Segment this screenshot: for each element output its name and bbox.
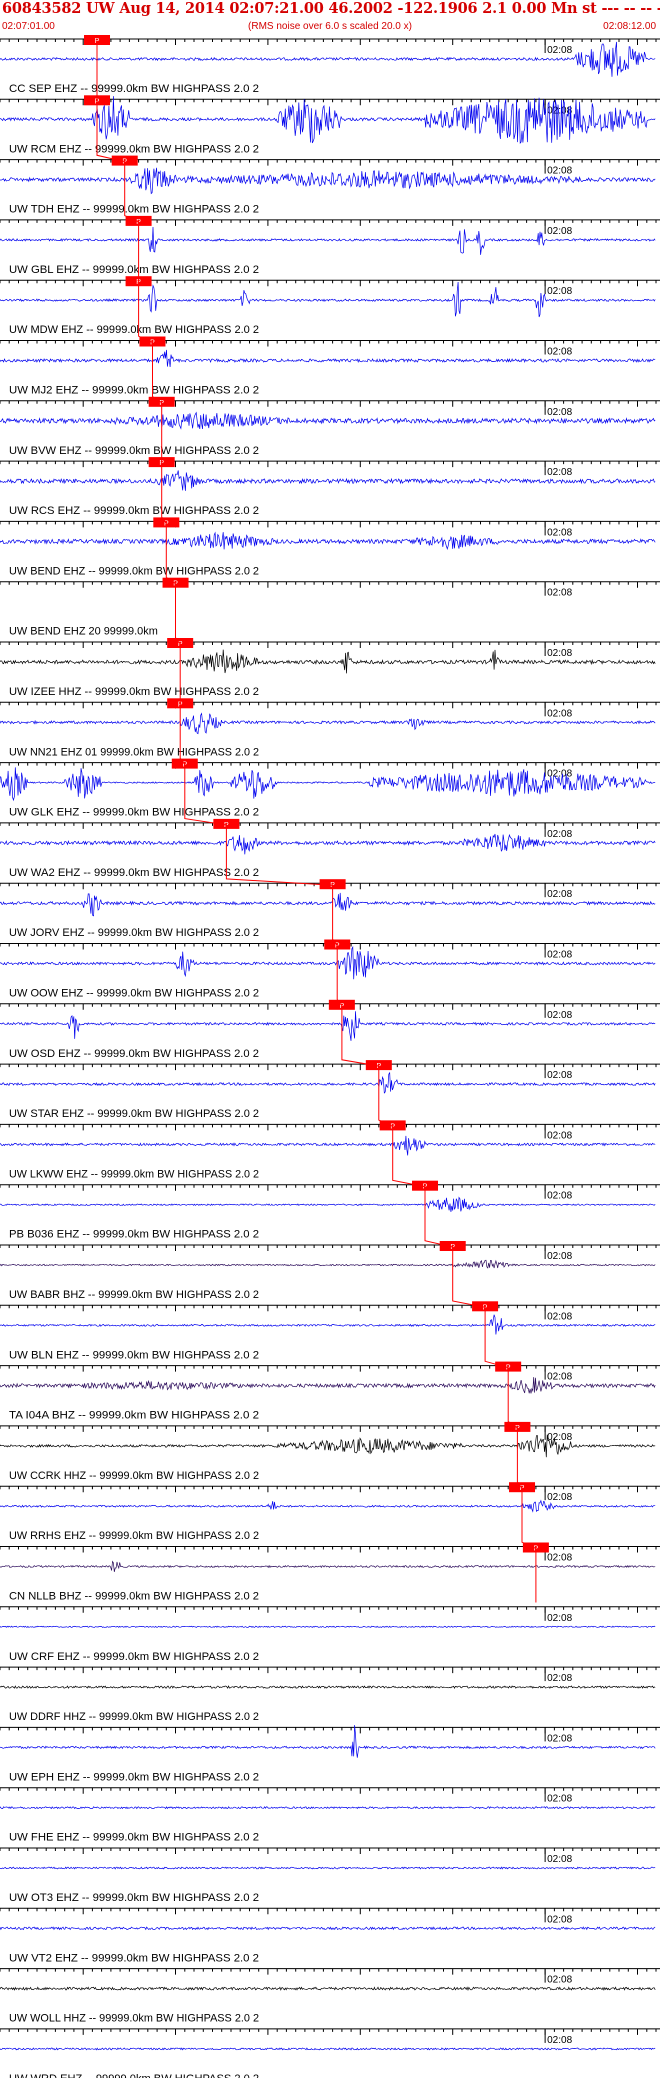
station-label: CN NLLB BHZ -- 99999.0km BW HIGHPASS 2.0… bbox=[9, 1591, 259, 1603]
station-label: UW OSD EHZ -- 99999.0km BW HIGHPASS 2.0 … bbox=[9, 1048, 259, 1060]
station-label: UW GLK EHZ -- 99999.0km BW HIGHPASS 2.0 … bbox=[9, 807, 259, 819]
minute-label: 02:08 bbox=[547, 467, 572, 478]
station-label: UW EPH EHZ -- 99999.0km BW HIGHPASS 2.0 … bbox=[9, 1771, 259, 1783]
minute-label: 02:08 bbox=[547, 347, 572, 358]
station-label: UW CCRK HHZ -- 99999.0km BW HIGHPASS 2.0… bbox=[9, 1470, 259, 1482]
station-label: UW BABR BHZ -- 99999.0km BW HIGHPASS 2.0… bbox=[9, 1289, 259, 1301]
minute-label: 02:08 bbox=[547, 1914, 572, 1925]
station-label: UW NN21 EHZ 01 99999.0km BW HIGHPASS 2.0… bbox=[9, 746, 259, 758]
station-label: UW FHE EHZ -- 99999.0km BW HIGHPASS 2.0 … bbox=[9, 1832, 259, 1844]
seismogram-plot: 02:08 CC SEP EHZ -- 99999.0km BW HIGHPASS… bbox=[0, 35, 660, 2078]
station-label: CC SEP EHZ -- 99999.0km BW HIGHPASS 2.0 … bbox=[9, 83, 259, 95]
minute-label: 02:08 bbox=[547, 1553, 572, 1564]
minute-label: 02:08 bbox=[547, 1432, 572, 1443]
station-label: PB B036 EHZ -- 99999.0km BW HIGHPASS 2.0… bbox=[9, 1229, 259, 1241]
station-label: UW CRF EHZ -- 99999.0km BW HIGHPASS 2.0 … bbox=[9, 1651, 259, 1663]
minute-label: 02:08 bbox=[547, 226, 572, 237]
station-label: UW BEND EHZ 20 99999.0km bbox=[9, 626, 158, 638]
minute-label: 02:08 bbox=[547, 286, 572, 297]
minute-label: 02:08 bbox=[547, 527, 572, 538]
minute-label: 02:08 bbox=[547, 1733, 572, 1744]
minute-label: 02:08 bbox=[547, 1010, 572, 1021]
minute-label: 02:08 bbox=[547, 166, 572, 177]
minute-label: 02:08 bbox=[547, 1372, 572, 1383]
station-label: UW BLN EHZ -- 99999.0km BW HIGHPASS 2.0 … bbox=[9, 1349, 259, 1361]
station-label: UW WOLL HHZ -- 99999.0km BW HIGHPASS 2.0… bbox=[9, 2013, 259, 2025]
station-label: UW BVW EHZ -- 99999.0km BW HIGHPASS 2.0 … bbox=[9, 445, 259, 457]
minute-label: 02:08 bbox=[547, 1673, 572, 1684]
station-label: UW RCM EHZ -- 99999.0km BW HIGHPASS 2.0 … bbox=[9, 143, 259, 155]
station-label: UW STAR EHZ -- 99999.0km BW HIGHPASS 2.0… bbox=[9, 1108, 259, 1120]
minute-label: 02:08 bbox=[547, 407, 572, 418]
station-label: UW JORV EHZ -- 99999.0km BW HIGHPASS 2.0… bbox=[9, 927, 259, 939]
station-label: UW MJ2 EHZ -- 99999.0km BW HIGHPASS 2.0 … bbox=[9, 385, 259, 397]
minute-label: 02:08 bbox=[547, 708, 572, 719]
station-label: TA I04A BHZ -- 99999.0km BW HIGHPASS 2.0… bbox=[9, 1410, 259, 1422]
minute-label: 02:08 bbox=[547, 1854, 572, 1865]
minute-label: 02:08 bbox=[547, 1311, 572, 1322]
station-label: UW LKWW EHZ -- 99999.0km BW HIGHPASS 2.0… bbox=[9, 1168, 259, 1180]
minute-label: 02:08 bbox=[547, 829, 572, 840]
station-label: UW OT3 EHZ -- 99999.0km BW HIGHPASS 2.0 … bbox=[9, 1892, 259, 1904]
station-label: UW BEND EHZ -- 99999.0km BW HIGHPASS 2.0… bbox=[9, 565, 259, 577]
minute-label: 02:08 bbox=[547, 2035, 572, 2046]
minute-label: 02:08 bbox=[547, 889, 572, 900]
minute-label: 02:08 bbox=[547, 1794, 572, 1805]
station-label: UW DDRF HHZ -- 99999.0km BW HIGHPASS 2.0… bbox=[9, 1711, 259, 1723]
minute-label: 02:08 bbox=[547, 1492, 572, 1503]
minute-label: 02:08 bbox=[547, 648, 572, 659]
minute-label: 02:08 bbox=[547, 1251, 572, 1262]
minute-label: 02:08 bbox=[547, 1130, 572, 1141]
station-label: UW VT2 EHZ -- 99999.0km BW HIGHPASS 2.0 … bbox=[9, 1952, 259, 1964]
station-label: UW WA2 EHZ -- 99999.0km BW HIGHPASS 2.0 … bbox=[9, 867, 259, 879]
station-label: UW IZEE HHZ -- 99999.0km BW HIGHPASS 2.0… bbox=[9, 686, 259, 698]
station-label: UW TDH EHZ -- 99999.0km BW HIGHPASS 2.0 … bbox=[9, 204, 259, 216]
station-label: UW MDW EHZ -- 99999.0km BW HIGHPASS 2.0 … bbox=[9, 324, 259, 336]
minute-label: 02:08 bbox=[547, 1070, 572, 1081]
station-label: UW WRD EHZ -- 99999.0km BW HIGHPASS 2.0 … bbox=[9, 2073, 259, 2078]
minute-label: 02:08 bbox=[547, 45, 572, 56]
minute-label: 02:08 bbox=[547, 588, 572, 599]
station-label: UW RCS EHZ -- 99999.0km BW HIGHPASS 2.0 … bbox=[9, 505, 259, 517]
minute-label: 02:08 bbox=[547, 1191, 572, 1202]
minute-label: 02:08 bbox=[547, 1975, 572, 1986]
station-label: UW GBL EHZ -- 99999.0km BW HIGHPASS 2.0 … bbox=[9, 264, 259, 276]
station-label: UW RRHS EHZ -- 99999.0km BW HIGHPASS 2.0… bbox=[9, 1530, 259, 1542]
station-label: UW OOW EHZ -- 99999.0km BW HIGHPASS 2.0 … bbox=[9, 988, 259, 1000]
minute-label: 02:08 bbox=[547, 950, 572, 961]
minute-label: 02:08 bbox=[547, 1613, 572, 1624]
